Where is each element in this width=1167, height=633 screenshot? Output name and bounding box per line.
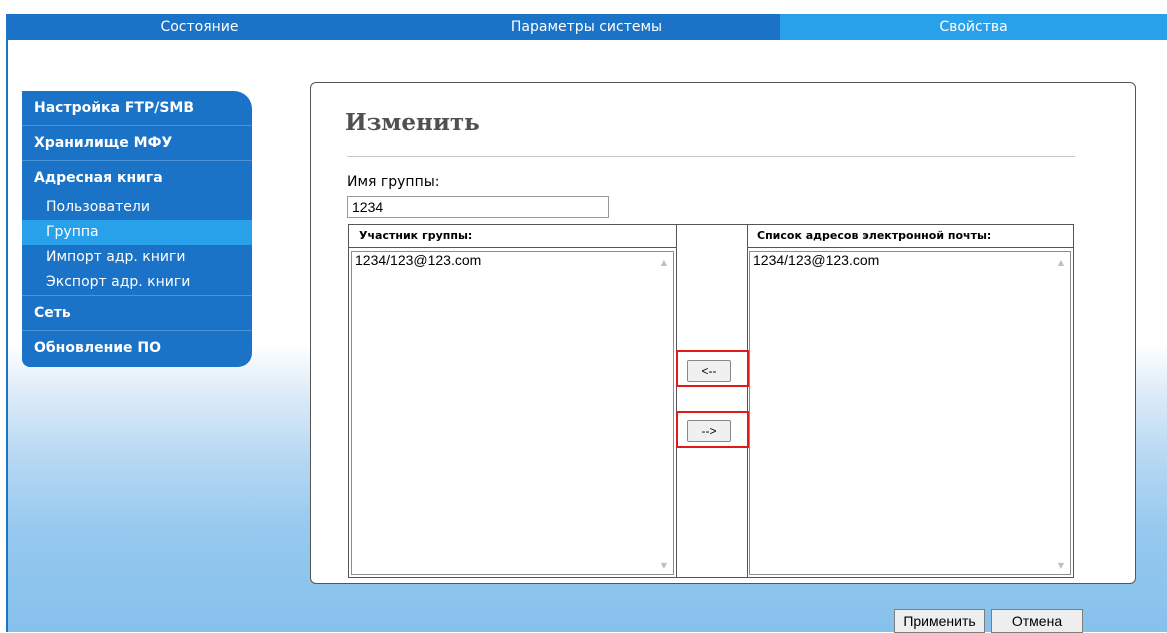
tab-status[interactable]: Состояние: [6, 14, 393, 40]
move-right-button[interactable]: -->: [687, 420, 731, 442]
group-name-label: Имя группы:: [347, 174, 440, 190]
sidebar-item-storage[interactable]: Хранилище МФУ: [22, 126, 252, 161]
top-navigation: Состояние Параметры системы Свойства: [6, 14, 1167, 40]
scroll-down-icon[interactable]: ▼: [661, 561, 667, 570]
sidebar-item-ftp-smb[interactable]: Настройка FTP/SMB: [22, 91, 252, 126]
cancel-button[interactable]: Отмена: [991, 609, 1083, 633]
tab-properties[interactable]: Свойства: [780, 14, 1167, 40]
move-buttons-column: [676, 225, 748, 577]
list-item[interactable]: 1234/123@123.com: [750, 252, 1070, 269]
sidebar-subitem-import[interactable]: Импорт адр. книги: [22, 245, 252, 270]
list-item[interactable]: 1234/123@123.com: [352, 252, 673, 269]
emails-column: Список адресов электронной почты: 1234/1…: [747, 225, 1073, 577]
tab-system-settings[interactable]: Параметры системы: [393, 14, 780, 40]
sidebar-item-firmware[interactable]: Обновление ПО: [22, 331, 252, 365]
apply-button[interactable]: Применить: [894, 609, 985, 633]
move-left-button[interactable]: <--: [687, 360, 731, 382]
members-column: Участник группы: 1234/123@123.com ▲ ▼: [349, 225, 677, 577]
page-title: Изменить: [345, 109, 480, 136]
sidebar-subitem-export[interactable]: Экспорт адр. книги: [22, 270, 252, 296]
members-listbox[interactable]: 1234/123@123.com ▲ ▼: [351, 251, 674, 575]
group-name-input[interactable]: 1234: [347, 196, 609, 218]
scroll-up-icon[interactable]: ▲: [661, 258, 667, 267]
scroll-down-icon[interactable]: ▼: [1058, 561, 1064, 570]
sidebar-item-network[interactable]: Сеть: [22, 296, 252, 331]
sidebar-subitem-group[interactable]: Группа: [22, 220, 252, 245]
emails-header: Список адресов электронной почты:: [747, 225, 1073, 248]
title-divider: [347, 156, 1075, 157]
sidebar: Настройка FTP/SMB Хранилище МФУ Адресная…: [22, 91, 252, 367]
edit-panel: Изменить Имя группы: 1234 Участник групп…: [310, 82, 1136, 584]
members-header: Участник группы:: [349, 225, 676, 248]
scroll-up-icon[interactable]: ▲: [1058, 258, 1064, 267]
emails-listbox[interactable]: 1234/123@123.com ▲ ▼: [749, 251, 1071, 575]
sidebar-subitem-users[interactable]: Пользователи: [22, 195, 252, 220]
group-lists-table: Участник группы: 1234/123@123.com ▲ ▼ Сп…: [348, 224, 1074, 578]
sidebar-item-address-book[interactable]: Адресная книга: [22, 161, 252, 195]
